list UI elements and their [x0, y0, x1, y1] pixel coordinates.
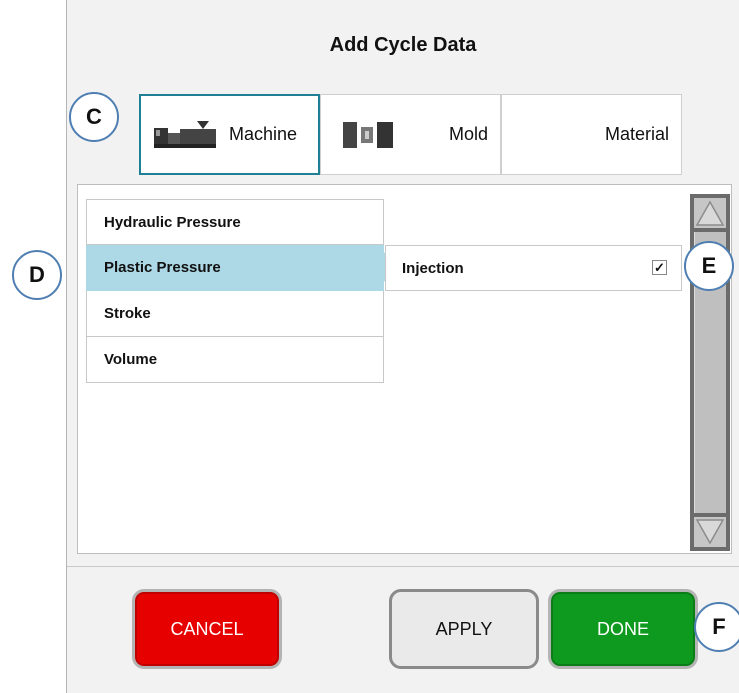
scroll-down-button[interactable] — [694, 517, 726, 547]
scroll-up-arrow-icon — [695, 200, 725, 226]
callout-e: E — [684, 241, 734, 291]
scroll-down-arrow-icon — [695, 519, 725, 545]
apply-button[interactable]: APPLY — [389, 589, 539, 669]
tab-machine[interactable]: Machine — [139, 94, 320, 175]
cancel-button[interactable]: CANCEL — [132, 589, 282, 669]
scroll-up-button[interactable] — [694, 198, 726, 228]
parameter-list: Hydraulic Pressure Plastic Pressure Stro… — [86, 199, 397, 383]
sublist-item-label: Injection — [402, 259, 464, 277]
sublist-item-injection[interactable]: Injection ✓ — [385, 245, 682, 291]
footer-divider — [67, 566, 739, 567]
tab-material[interactable]: Material — [501, 94, 682, 175]
injection-checkbox[interactable]: ✓ — [652, 260, 667, 275]
mold-icon — [343, 121, 393, 148]
machine-icon — [154, 120, 216, 148]
tab-material-label: Material — [604, 124, 669, 144]
list-item-stroke[interactable]: Stroke — [86, 291, 384, 337]
callout-d: D — [12, 250, 62, 300]
list-item-hydraulic-pressure[interactable]: Hydraulic Pressure — [86, 199, 384, 245]
callout-c: C — [69, 92, 119, 142]
done-button[interactable]: DONE — [548, 589, 698, 669]
tab-mold[interactable]: Mold — [320, 94, 501, 175]
tab-mold-label: Mold — [449, 124, 489, 144]
dialog-title: Add Cycle Data — [329, 34, 477, 56]
list-item-volume[interactable]: Volume — [86, 337, 384, 383]
list-item-plastic-pressure[interactable]: Plastic Pressure — [86, 245, 397, 291]
callout-f: F — [694, 602, 739, 652]
tab-machine-label: Machine — [229, 124, 298, 144]
